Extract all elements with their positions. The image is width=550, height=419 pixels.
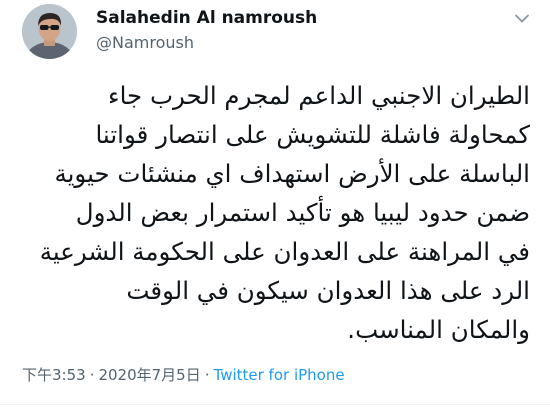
meta-separator-2: · bbox=[204, 366, 210, 384]
more-options-button[interactable] bbox=[510, 6, 534, 30]
author-name[interactable]: Salahedin Al namroush bbox=[96, 7, 317, 29]
author-handle[interactable]: @Namroush bbox=[96, 32, 317, 54]
tweet-meta: 下午3:53 · 2020年7月5日 · Twitter for iPhone bbox=[22, 365, 345, 385]
chevron-down-icon bbox=[515, 14, 529, 23]
tweet-card: Salahedin Al namroush @Namroush الطيران … bbox=[0, 0, 550, 419]
tweet-time[interactable]: 下午3:53 bbox=[22, 366, 86, 384]
tweet-date[interactable]: 2020年7月5日 bbox=[98, 366, 200, 384]
meta-separator: · bbox=[89, 366, 95, 384]
tweet-source-link[interactable]: Twitter for iPhone bbox=[214, 366, 345, 384]
author-block[interactable]: Salahedin Al namroush @Namroush bbox=[96, 7, 317, 54]
avatar[interactable] bbox=[22, 4, 77, 59]
divider bbox=[0, 404, 550, 405]
avatar-photo bbox=[22, 4, 77, 59]
tweet-text: الطيران الاجنبي الداعم لمجرم الحرب جاء ك… bbox=[39, 81, 530, 344]
